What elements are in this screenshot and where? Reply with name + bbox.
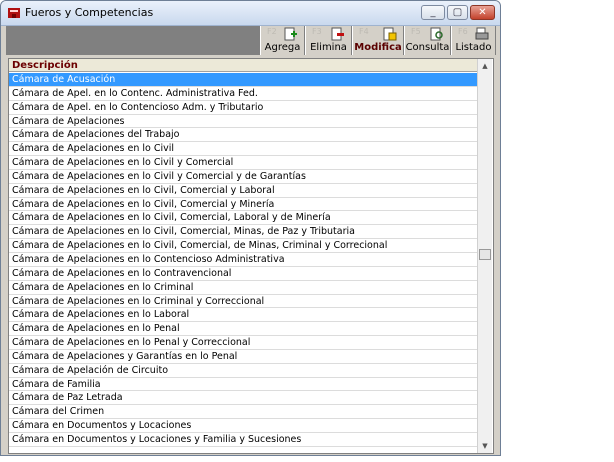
- table-row[interactable]: Cámara de Apelaciones en lo Criminal: [9, 281, 477, 295]
- modifica-shortcut: F4: [359, 27, 369, 36]
- listado-shortcut: F6: [458, 27, 468, 36]
- scroll-up-icon[interactable]: ▲: [478, 59, 492, 73]
- fueros-grid[interactable]: Descripción Cámara de Acusación Cámara de…: [8, 58, 494, 454]
- list-print-icon: [475, 27, 489, 40]
- maximize-button[interactable]: ▢: [447, 5, 468, 20]
- table-row[interactable]: Cámara de Acusación: [9, 73, 477, 87]
- minimize-button[interactable]: _: [421, 5, 445, 20]
- edit-doc-icon: [383, 27, 397, 41]
- table-row[interactable]: Cámara de Apelaciones en lo Civil, Comer…: [9, 198, 477, 212]
- title-bar[interactable]: Fueros y Competencias _ ▢ ✕: [1, 1, 500, 26]
- table-row[interactable]: Cámara de Apelaciones en lo Contravencio…: [9, 267, 477, 281]
- table-row[interactable]: Cámara de Apelaciones en lo Criminal y C…: [9, 295, 477, 309]
- table-row[interactable]: Cámara de Apelaciones en lo Penal y Corr…: [9, 336, 477, 350]
- listado-label: Listado: [455, 42, 492, 53]
- query-doc-icon: [430, 27, 443, 41]
- window-title: Fueros y Competencias: [25, 6, 154, 19]
- delete-doc-icon: [331, 27, 344, 41]
- agrega-shortcut: F2: [267, 27, 277, 36]
- table-row[interactable]: Cámara de Apelaciones en lo Civil y Come…: [9, 170, 477, 184]
- table-row[interactable]: Cámara de Apelaciones del Trabajo: [9, 128, 477, 143]
- table-row[interactable]: Cámara de Apelaciones: [9, 115, 477, 129]
- add-doc-icon: [284, 27, 297, 41]
- main-window: Fueros y Competencias _ ▢ ✕ F2 Agrega F3…: [0, 0, 501, 456]
- table-row[interactable]: Cámara de Apelaciones en lo Penal: [9, 322, 477, 337]
- elimina-label: Elimina: [310, 42, 347, 53]
- consulta-label: Consulta: [405, 42, 450, 53]
- consulta-shortcut: F5: [411, 27, 421, 36]
- app-scale-icon: [8, 8, 20, 18]
- table-row[interactable]: Cámara de Apelaciones en lo Civil, Comer…: [9, 211, 477, 226]
- table-row[interactable]: Cámara de Apelaciones y Garantías en lo …: [9, 350, 477, 364]
- table-row[interactable]: Cámara de Apelaciones en lo Civil: [9, 142, 477, 157]
- table-row[interactable]: Cámara de Apelaciones en lo Laboral: [9, 308, 477, 323]
- table-row[interactable]: Cámara de Apelaciones en lo Contencioso …: [9, 253, 477, 267]
- modifica-button[interactable]: F4 Modifica: [352, 26, 404, 55]
- table-row[interactable]: Cámara en Documentos y Locaciones: [9, 419, 477, 433]
- elimina-button[interactable]: F3 Elimina: [305, 26, 352, 55]
- table-row[interactable]: Cámara de Apel. en lo Contenc. Administr…: [9, 87, 477, 101]
- close-button[interactable]: ✕: [470, 5, 495, 20]
- table-row[interactable]: Cámara de Apelaciones en lo Civil, Comer…: [9, 239, 477, 253]
- table-row[interactable]: Cámara de Apelaciones en lo Civil, Comer…: [9, 225, 477, 240]
- scroll-thumb[interactable]: [479, 249, 491, 260]
- vertical-scrollbar[interactable]: ▲ ▼: [477, 59, 492, 453]
- table-row[interactable]: Cámara de Apelación de Circuito: [9, 364, 477, 378]
- modifica-label: Modifica: [354, 42, 402, 53]
- agrega-button[interactable]: F2 Agrega: [260, 26, 305, 55]
- elimina-shortcut: F3: [312, 27, 322, 36]
- consulta-button[interactable]: F5 Consulta: [404, 26, 451, 55]
- grid-rows: Cámara de Acusación Cámara de Apel. en lo…: [9, 73, 477, 447]
- toolbar: F2 Agrega F3 Elimina F4 Modifica F5 Cons…: [6, 26, 496, 55]
- agrega-label: Agrega: [264, 42, 301, 53]
- column-header-descripcion[interactable]: Descripción: [9, 59, 477, 72]
- table-row[interactable]: Cámara de Apelaciones en lo Civil, Comer…: [9, 184, 477, 198]
- table-row[interactable]: Cámara de Paz Letrada: [9, 391, 477, 406]
- listado-button[interactable]: F6 Listado: [451, 26, 496, 55]
- table-row[interactable]: Cámara de Familia: [9, 378, 477, 392]
- table-row[interactable]: Cámara en Documentos y Locaciones y Fami…: [9, 433, 477, 447]
- table-row[interactable]: Cámara de Apel. en lo Contencioso Adm. y…: [9, 101, 477, 115]
- table-row[interactable]: Cámara de Apelaciones en lo Civil y Come…: [9, 156, 477, 170]
- scroll-down-icon[interactable]: ▼: [478, 439, 492, 453]
- table-row[interactable]: Cámara del Crimen: [9, 405, 477, 420]
